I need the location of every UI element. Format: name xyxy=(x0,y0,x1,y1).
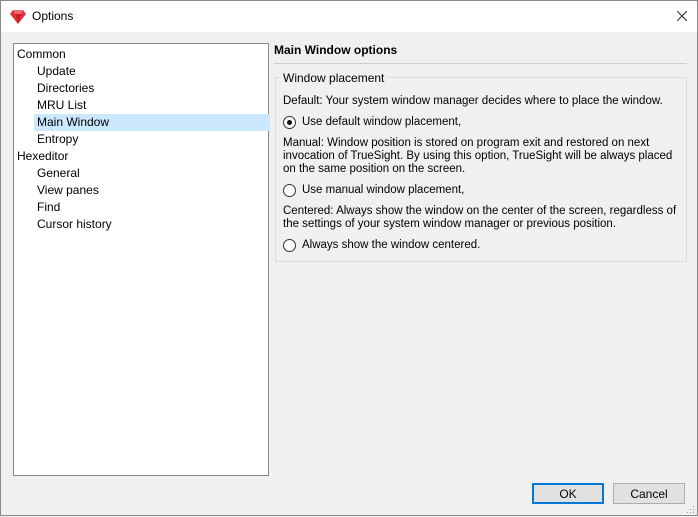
tree-item-find[interactable]: Find xyxy=(37,199,60,216)
radio-indicator xyxy=(283,115,296,129)
tree-item-hexeditor[interactable]: Hexeditor xyxy=(17,148,68,165)
radio-indicator xyxy=(283,183,296,197)
tree-item-view-panes[interactable]: View panes xyxy=(37,182,99,199)
window-title: Options xyxy=(32,9,74,23)
manual-description: Manual: Window position is stored on pro… xyxy=(283,137,673,175)
radio-label: Use default window placement, xyxy=(302,116,462,128)
radio-label: Always show the window centered. xyxy=(302,239,481,251)
tree-item-general[interactable]: General xyxy=(37,165,80,182)
ok-button[interactable]: OK xyxy=(532,483,604,504)
resize-grip-icon[interactable] xyxy=(685,503,695,513)
tree-item-cursor-history[interactable]: Cursor history xyxy=(37,216,112,233)
default-description: Default: Your system window manager deci… xyxy=(283,95,663,107)
radio-manual-placement[interactable]: Use manual window placement, xyxy=(283,182,623,198)
radio-label: Use manual window placement, xyxy=(302,184,465,196)
cancel-button[interactable]: Cancel xyxy=(613,483,685,504)
group-label: Window placement xyxy=(280,71,388,85)
radio-centered-placement[interactable]: Always show the window centered. xyxy=(283,237,623,253)
panel-title: Main Window options xyxy=(274,43,398,57)
tree-item-common[interactable]: Common xyxy=(17,46,66,63)
options-dialog: Options Common Update Directories MRU Li… xyxy=(0,0,698,516)
tree-item-mru-list[interactable]: MRU List xyxy=(37,97,86,114)
close-icon xyxy=(676,10,688,24)
centered-description: Centered: Always show the window on the … xyxy=(283,205,677,230)
radio-indicator xyxy=(283,238,296,252)
options-tree[interactable]: Common Update Directories MRU List Main … xyxy=(13,43,270,476)
radio-default-placement[interactable]: Use default window placement, xyxy=(283,114,623,130)
close-button[interactable] xyxy=(667,1,697,32)
title-bar: Options xyxy=(1,1,697,32)
panel-divider xyxy=(274,63,687,64)
tree-item-directories[interactable]: Directories xyxy=(37,80,94,97)
tree-item-update[interactable]: Update xyxy=(37,63,76,80)
tree-item-entropy[interactable]: Entropy xyxy=(37,131,78,148)
ruby-gem-icon xyxy=(10,10,26,24)
tree-item-main-window[interactable]: Main Window xyxy=(34,114,270,131)
